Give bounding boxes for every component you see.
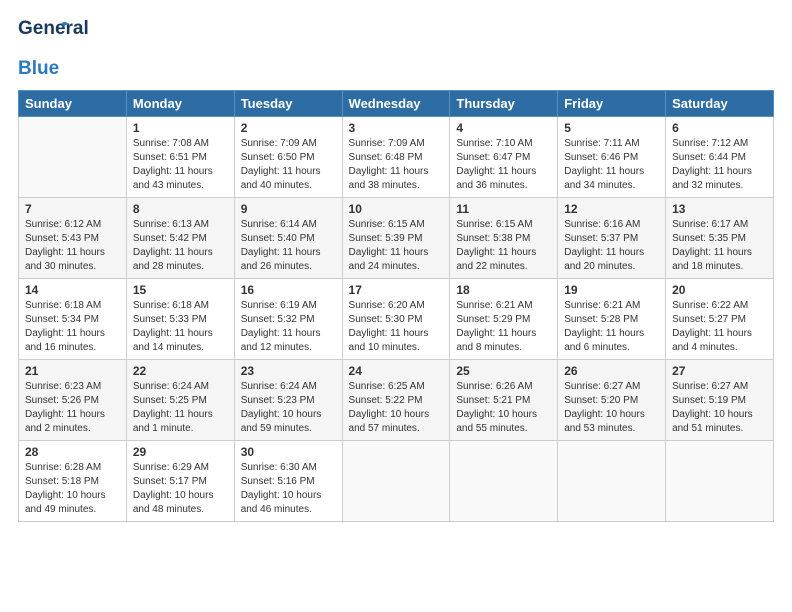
col-monday: Monday [126,91,234,117]
day-number: 4 [456,121,551,135]
table-cell: 1 Sunrise: 7:08 AM Sunset: 6:51 PM Dayli… [126,117,234,198]
table-cell: 16 Sunrise: 6:19 AM Sunset: 5:32 PM Dayl… [234,279,342,360]
table-cell: 9 Sunrise: 6:14 AM Sunset: 5:40 PM Dayli… [234,198,342,279]
table-cell: 23 Sunrise: 6:24 AM Sunset: 5:23 PM Dayl… [234,360,342,441]
logo: General Blue [18,18,62,80]
day-number: 15 [133,283,228,297]
table-cell: 13 Sunrise: 6:17 AM Sunset: 5:35 PM Dayl… [666,198,774,279]
day-number: 20 [672,283,767,297]
table-cell [666,441,774,522]
table-cell: 26 Sunrise: 6:27 AM Sunset: 5:20 PM Dayl… [558,360,666,441]
table-cell: 17 Sunrise: 6:20 AM Sunset: 5:30 PM Dayl… [342,279,450,360]
day-number: 8 [133,202,228,216]
day-number: 12 [564,202,659,216]
col-sunday: Sunday [19,91,127,117]
day-number: 22 [133,364,228,378]
table-cell: 10 Sunrise: 6:15 AM Sunset: 5:39 PM Dayl… [342,198,450,279]
table-cell [342,441,450,522]
day-number: 3 [349,121,444,135]
calendar-body: 1 Sunrise: 7:08 AM Sunset: 6:51 PM Dayli… [19,117,774,522]
table-cell: 20 Sunrise: 6:22 AM Sunset: 5:27 PM Dayl… [666,279,774,360]
day-number: 14 [25,283,120,297]
day-number: 18 [456,283,551,297]
day-number: 6 [672,121,767,135]
page-header: General Blue [18,18,774,80]
col-thursday: Thursday [450,91,558,117]
table-cell: 7 Sunrise: 6:12 AM Sunset: 5:43 PM Dayli… [19,198,127,279]
day-number: 24 [349,364,444,378]
table-cell: 29 Sunrise: 6:29 AM Sunset: 5:17 PM Dayl… [126,441,234,522]
table-cell: 6 Sunrise: 7:12 AM Sunset: 6:44 PM Dayli… [666,117,774,198]
day-number: 25 [456,364,551,378]
table-cell: 30 Sunrise: 6:30 AM Sunset: 5:16 PM Dayl… [234,441,342,522]
day-number: 28 [25,445,120,459]
table-cell: 27 Sunrise: 6:27 AM Sunset: 5:19 PM Dayl… [666,360,774,441]
table-cell: 12 Sunrise: 6:16 AM Sunset: 5:37 PM Dayl… [558,198,666,279]
day-number: 10 [349,202,444,216]
table-cell: 14 Sunrise: 6:18 AM Sunset: 5:34 PM Dayl… [19,279,127,360]
day-number: 30 [241,445,336,459]
day-number: 17 [349,283,444,297]
header-row: Sunday Monday Tuesday Wednesday Thursday… [19,91,774,117]
table-cell: 22 Sunrise: 6:24 AM Sunset: 5:25 PM Dayl… [126,360,234,441]
table-cell: 24 Sunrise: 6:25 AM Sunset: 5:22 PM Dayl… [342,360,450,441]
table-cell: 19 Sunrise: 6:21 AM Sunset: 5:28 PM Dayl… [558,279,666,360]
table-cell [450,441,558,522]
table-cell [558,441,666,522]
day-number: 29 [133,445,228,459]
table-cell: 15 Sunrise: 6:18 AM Sunset: 5:33 PM Dayl… [126,279,234,360]
day-number: 13 [672,202,767,216]
table-cell: 25 Sunrise: 6:26 AM Sunset: 5:21 PM Dayl… [450,360,558,441]
table-cell: 3 Sunrise: 7:09 AM Sunset: 6:48 PM Dayli… [342,117,450,198]
table-cell: 21 Sunrise: 6:23 AM Sunset: 5:26 PM Dayl… [19,360,127,441]
logo-bird-icon [54,20,70,36]
table-cell: 5 Sunrise: 7:11 AM Sunset: 6:46 PM Dayli… [558,117,666,198]
day-number: 23 [241,364,336,378]
col-wednesday: Wednesday [342,91,450,117]
day-number: 27 [672,364,767,378]
table-cell: 4 Sunrise: 7:10 AM Sunset: 6:47 PM Dayli… [450,117,558,198]
day-number: 21 [25,364,120,378]
col-tuesday: Tuesday [234,91,342,117]
table-cell: 28 Sunrise: 6:28 AM Sunset: 5:18 PM Dayl… [19,441,127,522]
day-number: 2 [241,121,336,135]
table-cell: 8 Sunrise: 6:13 AM Sunset: 5:42 PM Dayli… [126,198,234,279]
table-cell: 11 Sunrise: 6:15 AM Sunset: 5:38 PM Dayl… [450,198,558,279]
table-cell: 18 Sunrise: 6:21 AM Sunset: 5:29 PM Dayl… [450,279,558,360]
day-number: 16 [241,283,336,297]
table-cell: 2 Sunrise: 7:09 AM Sunset: 6:50 PM Dayli… [234,117,342,198]
day-number: 7 [25,202,120,216]
calendar-table: Sunday Monday Tuesday Wednesday Thursday… [18,90,774,522]
day-number: 5 [564,121,659,135]
day-number: 26 [564,364,659,378]
col-saturday: Saturday [666,91,774,117]
logo-blue: Blue [18,58,59,80]
col-friday: Friday [558,91,666,117]
day-number: 9 [241,202,336,216]
table-cell [19,117,127,198]
day-number: 19 [564,283,659,297]
day-number: 1 [133,121,228,135]
day-number: 11 [456,202,551,216]
